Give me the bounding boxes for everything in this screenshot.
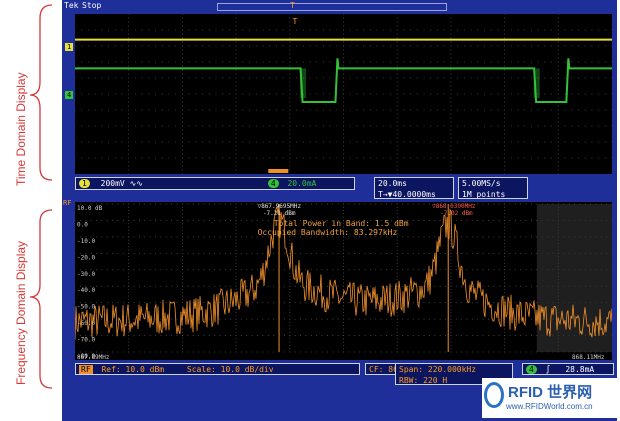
marker-a-level: -7.21 dBm — [263, 210, 296, 217]
span-value: Span: 220.000kHz — [399, 365, 477, 374]
sample-rate: 5.00MS/s — [462, 179, 501, 188]
time-domain-panel: T — [75, 14, 612, 174]
watermark-brand: RFID 世界网 — [508, 384, 593, 401]
y-tick-label: -70.0 — [77, 337, 95, 344]
oscilloscope-screen: Tek Stop T T T 1 4 1 200mV ∿∿ 4 20.0mA 2… — [62, 0, 617, 421]
ch1-readout[interactable]: 1 200mV ∿∿ 4 20.0mA — [75, 177, 355, 190]
ch4-scale: 20.0mA — [287, 179, 317, 188]
x-end-label: 868.11MHz — [572, 354, 605, 360]
y-tick-label: 0.0 — [77, 221, 88, 228]
occupied-bandwidth-text: Occupied Bandwidth: 83.297kHz — [258, 228, 398, 237]
watermark: RFID 世界网 www.RFIDWorld.com.cn — [482, 378, 617, 418]
time-domain-waveforms: T — [75, 14, 612, 174]
trigger-position-value: T→▼40.0000ms — [378, 190, 436, 199]
bandwidth-icon: ∿∿ — [129, 179, 143, 188]
watermark-url: www.RFIDWorld.com.cn — [506, 402, 593, 411]
rf-badge: RF — [79, 365, 93, 374]
marker-b-frequency: ▽868.0300MHz — [432, 203, 476, 210]
tek-logo: Tek — [64, 1, 79, 10]
trigger-level: 28.8mA — [565, 365, 595, 374]
acquisition-readout[interactable]: 5.00MS/s 1M points — [458, 177, 528, 199]
acquisition-status: Stop — [82, 1, 102, 10]
marker-a-frequency: ▽867.9695MHz — [258, 203, 302, 210]
edge-icon: ∫ — [545, 365, 551, 374]
ch4-trigger-badge: 4 — [526, 365, 537, 374]
spectrum-plot: 10.0 dB0.0-10.0-20.0-30.0-40.0-50.0-60.0… — [75, 203, 612, 360]
x-start-label: 867.89MHz — [77, 354, 110, 360]
y-tick-label: -50.0 — [77, 304, 95, 311]
trigger-position-marker: T — [290, 1, 295, 10]
y-tick-label: -30.0 — [77, 271, 95, 278]
ref-level: Ref: 10.0 dBm — [101, 365, 165, 374]
watermark-logo-icon — [484, 382, 504, 408]
total-power-text: Total Power in Band: 1.5 dBm — [274, 219, 409, 228]
y-tick-label: 10.0 dB — [77, 205, 103, 212]
ch4-badge: 4 — [267, 179, 279, 188]
ch4-trigger-readout[interactable]: 4 ∫ 28.8mA — [522, 363, 614, 375]
record-length: 1M points — [462, 190, 506, 199]
rf-marker: RF — [63, 199, 72, 207]
ch4-marker: 4 — [65, 91, 74, 99]
timebase-readout[interactable]: 20.0ms T→▼40.0000ms — [374, 177, 454, 199]
time-domain-brace — [29, 4, 53, 389]
y-tick-label: -20.0 — [77, 254, 95, 261]
timebase-value: 20.0ms — [378, 179, 407, 188]
vertical-scale: Scale: 10.0 dB/div — [186, 365, 274, 374]
ch4-trace — [75, 58, 612, 103]
marker-b-level: -7.02 dBm — [440, 210, 473, 217]
y-tick-label: -10.0 — [77, 238, 95, 245]
trigger-marker: T — [292, 17, 297, 26]
record-overview-bar — [217, 3, 447, 11]
y-tick-label: -40.0 — [77, 287, 95, 294]
ch1-scale: 200mV — [100, 179, 125, 188]
zoom-window-indicator — [268, 169, 289, 173]
ch1-marker: 1 — [65, 43, 74, 51]
ch1-badge: 1 — [79, 179, 90, 188]
rf-settings-readout[interactable]: RF Ref: 10.0 dBm Scale: 10.0 dB/div — [75, 363, 360, 375]
frequency-domain-panel: 10.0 dB 0.0 -10.0 -20.0 -30.0 -40.0 -50.0 -60.0… — [75, 202, 612, 360]
